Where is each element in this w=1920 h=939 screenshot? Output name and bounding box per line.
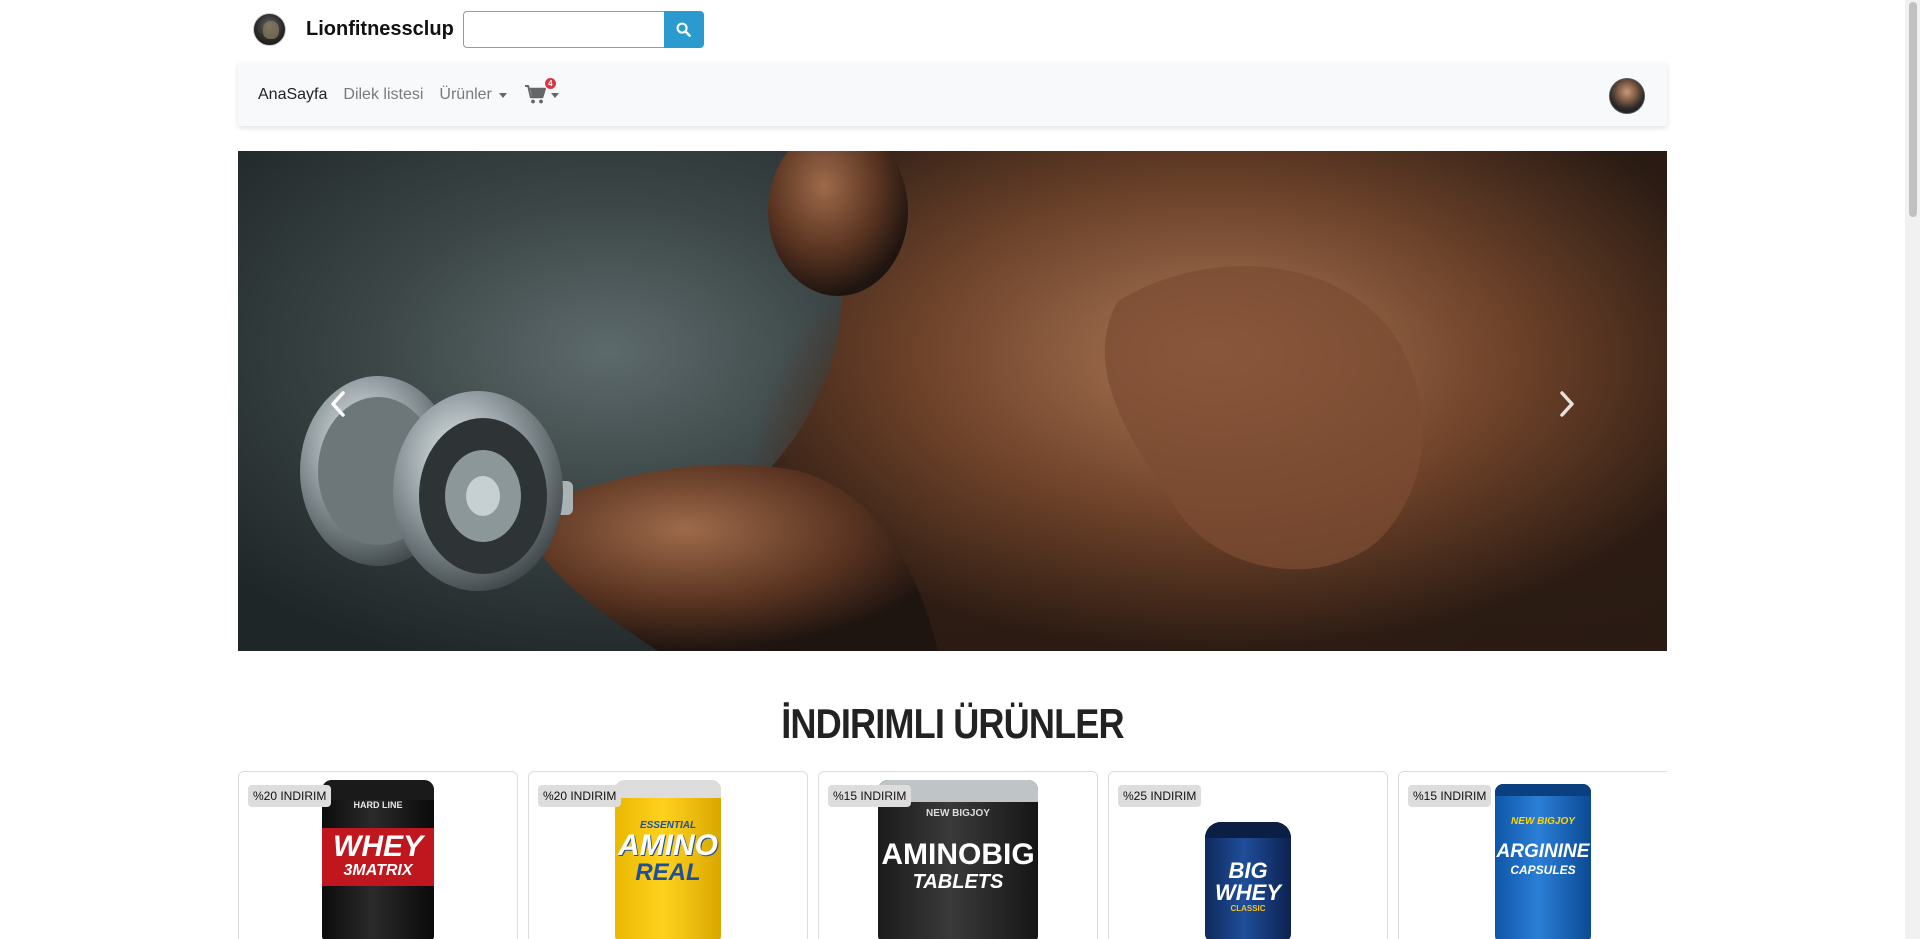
- main-navbar: AnaSayfa Dilek listesi Ürünler 4: [238, 63, 1667, 126]
- chevron-down-icon: [550, 93, 559, 98]
- product-name: BIG: [1228, 858, 1268, 883]
- brand-logo[interactable]: [253, 12, 286, 46]
- discount-badge: %25 INDIRIM: [1118, 785, 1202, 807]
- nav-link-wishlist[interactable]: Dilek listesi: [343, 86, 423, 104]
- cart-icon: [524, 85, 546, 104]
- product-card[interactable]: %25 INDIRIM BIG WHEY CLASSIC: [1108, 771, 1388, 939]
- page-scrollbar[interactable]: [1905, 0, 1920, 939]
- product-image: HARD LINE WHEY 3MATRIX: [322, 780, 434, 939]
- chevron-left-icon: [331, 391, 345, 417]
- cart-count-badge: 4: [544, 78, 556, 89]
- hero-image: [300, 151, 1667, 651]
- discount-badge: %20 INDIRIM: [248, 785, 332, 807]
- nav-dropdown-products-label: Ürünler: [439, 85, 492, 103]
- search-input[interactable]: [462, 10, 664, 48]
- brand-name[interactable]: Lionfitnessclup: [306, 18, 454, 41]
- carousel-prev-button[interactable]: [308, 379, 368, 429]
- search-form: [462, 10, 704, 48]
- carousel-next-button[interactable]: [1537, 379, 1597, 429]
- product-card[interactable]: %20 INDIRIM ESSENTIAL AMINO REAL: [528, 771, 808, 939]
- product-name: AMINOBIG: [881, 838, 1035, 871]
- page: Lionfitnessclup AnaSayfa Dilek listesi Ü…: [0, 0, 1920, 939]
- brand-row: Lionfitnessclup: [253, 10, 704, 48]
- product-brand-text: HARD LINE: [353, 800, 403, 810]
- discount-badge: %15 INDIRIM: [828, 785, 912, 807]
- product-name: WHEY: [322, 828, 434, 862]
- discount-badge: %20 INDIRIM: [538, 785, 622, 807]
- section-title-discounted-products: İNDIRIMLI ÜRÜNLER: [781, 700, 1124, 747]
- cart-dropdown[interactable]: 4: [524, 78, 559, 105]
- product-brand-text: CLASSIC: [1230, 904, 1266, 913]
- product-name: AMINO: [618, 829, 718, 862]
- product-image: NEW BIGJOY ARGININE CAPSULES: [1495, 784, 1591, 939]
- product-card[interactable]: %15 INDIRIM NEW BIGJOY AMINOBIG TABLETS: [818, 771, 1098, 939]
- user-avatar[interactable]: [1609, 78, 1645, 114]
- product-subname: 3MATRIX: [322, 862, 434, 886]
- product-subname: CAPSULES: [1510, 863, 1576, 877]
- product-card[interactable]: %20 INDIRIM HARD LINE WHEY 3MATRIX: [238, 771, 518, 939]
- product-image: ESSENTIAL AMINO REAL: [615, 780, 721, 939]
- scrollbar-thumb[interactable]: [1909, 2, 1917, 217]
- product-subname: WHEY: [1215, 880, 1281, 905]
- search-icon: [676, 22, 692, 37]
- chevron-down-icon: [498, 93, 507, 98]
- search-button[interactable]: [663, 10, 704, 48]
- product-name: ARGININE: [1496, 841, 1590, 862]
- hero-carousel: [238, 151, 1667, 651]
- product-card[interactable]: %15 INDIRIM NEW BIGJOY ARGININE CAPSULES: [1398, 771, 1667, 939]
- product-brand-text: NEW BIGJOY: [1511, 816, 1575, 827]
- product-cards: %20 INDIRIM HARD LINE WHEY 3MATRIX %20 I…: [238, 771, 1667, 939]
- product-subname: TABLETS: [912, 871, 1004, 893]
- chevron-right-icon: [1560, 391, 1574, 417]
- product-brand-text: NEW BIGJOY: [926, 808, 990, 819]
- product-subname: REAL: [635, 859, 701, 886]
- discount-badge: %15 INDIRIM: [1408, 785, 1492, 807]
- nav-dropdown-products[interactable]: Ürünler: [439, 85, 507, 104]
- nav-link-home[interactable]: AnaSayfa: [258, 86, 327, 104]
- product-image: BIG WHEY CLASSIC: [1205, 822, 1291, 939]
